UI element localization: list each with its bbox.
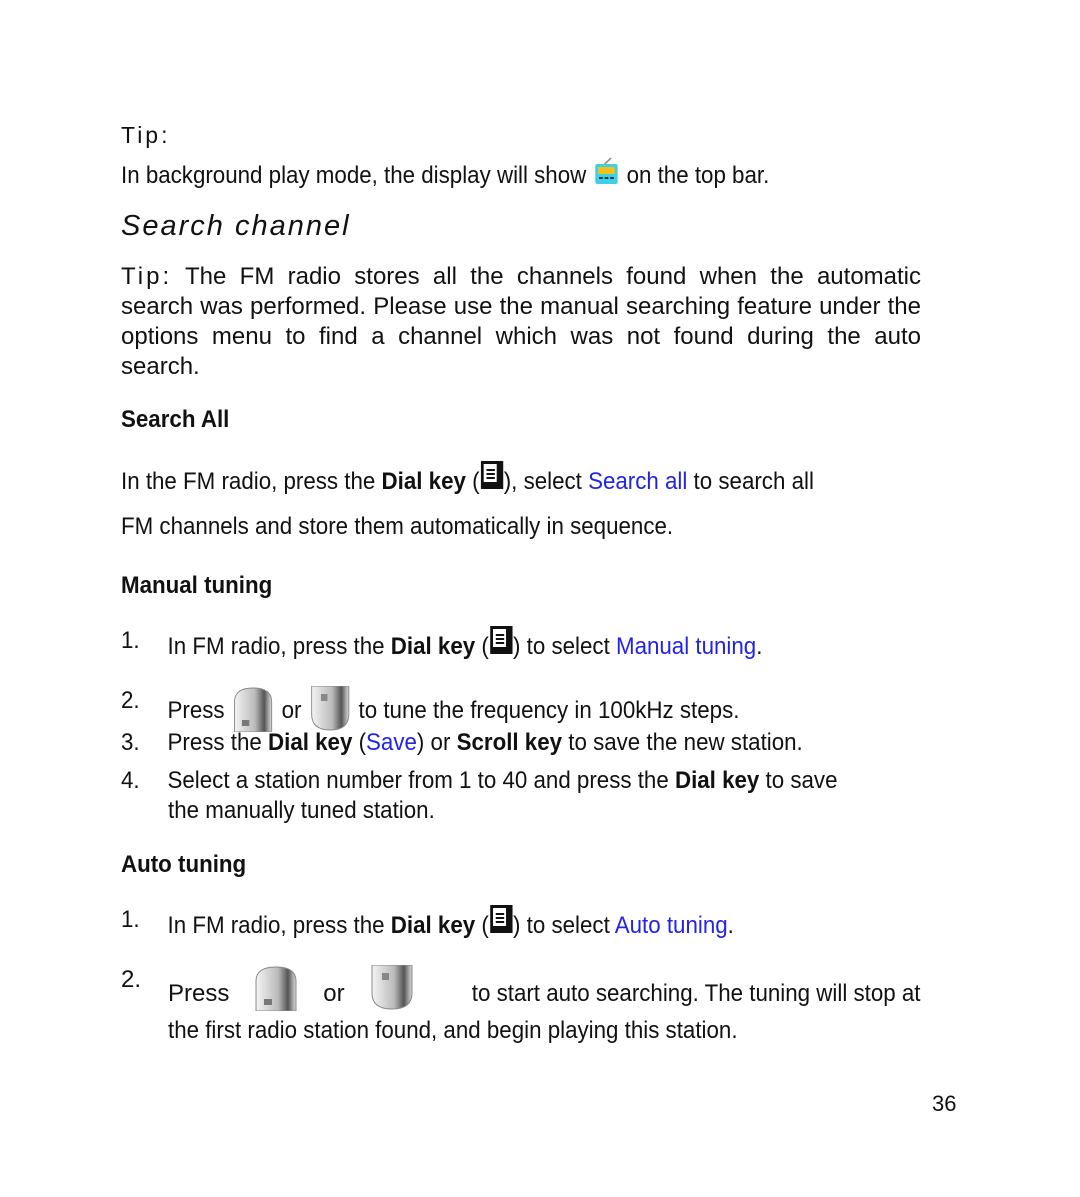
step-text: In FM radio, press the [167,633,385,660]
dial-key-label: Dial key [674,767,760,794]
section-tip-label: Tip: [121,263,173,290]
paren-close: ) to select [513,633,610,660]
scroll-key-label: Scroll key [456,729,563,756]
paren-open: ( [481,633,489,660]
manual-step-3: 3. Press the Dial key (Save) or Scroll k… [121,728,803,758]
step-text: Press [168,980,230,1007]
tip-text-after: on the top bar. [626,162,770,189]
step-number: 1. [121,906,140,933]
paren-close: ) to select [513,912,610,939]
manual-tuning-link[interactable]: Manual tuning [616,633,756,660]
tip-label: Tip: [121,122,171,148]
or-text: or [323,980,345,1007]
step-text: to save the new station. [568,729,803,756]
page-number: 36 [932,1091,957,1116]
step-text: to start auto searching. The tuning will… [472,980,921,1007]
dial-key-label: Dial key [390,912,476,939]
paren-open: ( [472,468,480,495]
step-text: Select a station number from 1 to 40 and… [167,767,669,794]
manual-step-2: 2. Press or to tune the frequency in 100… [121,685,740,733]
step-number: 2. [121,687,140,714]
step-text: to tune the frequency in 100kHz steps. [358,697,740,724]
dial-key-label: Dial key [381,468,466,495]
manual-step-4: 4. Select a station number from 1 to 40 … [121,766,838,796]
volume-up-key-icon [231,686,276,733]
section-tip-text: The FM radio stores all the channels fou… [121,263,922,380]
auto-tuning-heading: Auto tuning [121,851,247,878]
search-all-text: In the FM radio, press the [121,468,376,495]
search-all-line1: In the FM radio, press the Dial key ( ), … [121,461,921,497]
volume-down-key-icon [368,964,416,1011]
dial-key-label: Dial key [267,729,353,756]
paren-close: ), select [503,468,582,495]
auto-step-2-line2: the first radio station found, and begin… [168,1017,738,1044]
radio-background-icon [592,157,620,195]
section-tip-paragraph: Tip: The FM radio stores all the channel… [121,262,921,382]
save-link[interactable]: Save [366,729,417,756]
search-all-link[interactable]: Search all [588,468,687,495]
step-text: to save [765,767,838,794]
tip-text: In background play mode, the display wil… [121,157,769,195]
section-title: Search channel [121,210,351,242]
paren-open: ( [481,912,489,939]
dial-key-label: Dial key [390,633,476,660]
auto-step-2: 2. Press or to start auto searching. The… [121,964,921,1012]
step-number: 2. [121,966,142,993]
paren-close: ) or [416,729,451,756]
step-text: Press the [167,729,262,756]
period: . [756,633,763,660]
auto-tuning-link[interactable]: Auto tuning [615,912,728,939]
tip-text-before: In background play mode, the display wil… [121,162,587,189]
or-text: or [281,697,302,724]
step-number: 3. [121,729,140,756]
dial-key-icon [489,626,513,654]
step-number: 4. [121,767,140,794]
step-text: In FM radio, press the [167,912,385,939]
step-number: 1. [121,627,140,654]
volume-up-key-icon [252,965,300,1012]
search-all-text-2: to search all [693,468,814,495]
dial-key-icon [480,461,503,489]
manual-step-4-line2: the manually tuned station. [168,797,435,824]
step-text: Press [167,697,225,724]
dial-key-icon [489,905,513,933]
manual-step-1: 1. In FM radio, press the Dial key ( ) to… [121,626,762,662]
volume-down-key-icon [308,685,353,732]
search-all-heading: Search All [121,406,230,433]
manual-tuning-heading: Manual tuning [121,572,273,599]
auto-step-1: 1. In FM radio, press the Dial key ( ) to… [121,905,734,941]
search-all-line2: FM channels and store them automatically… [121,513,674,540]
period: . [727,912,734,939]
